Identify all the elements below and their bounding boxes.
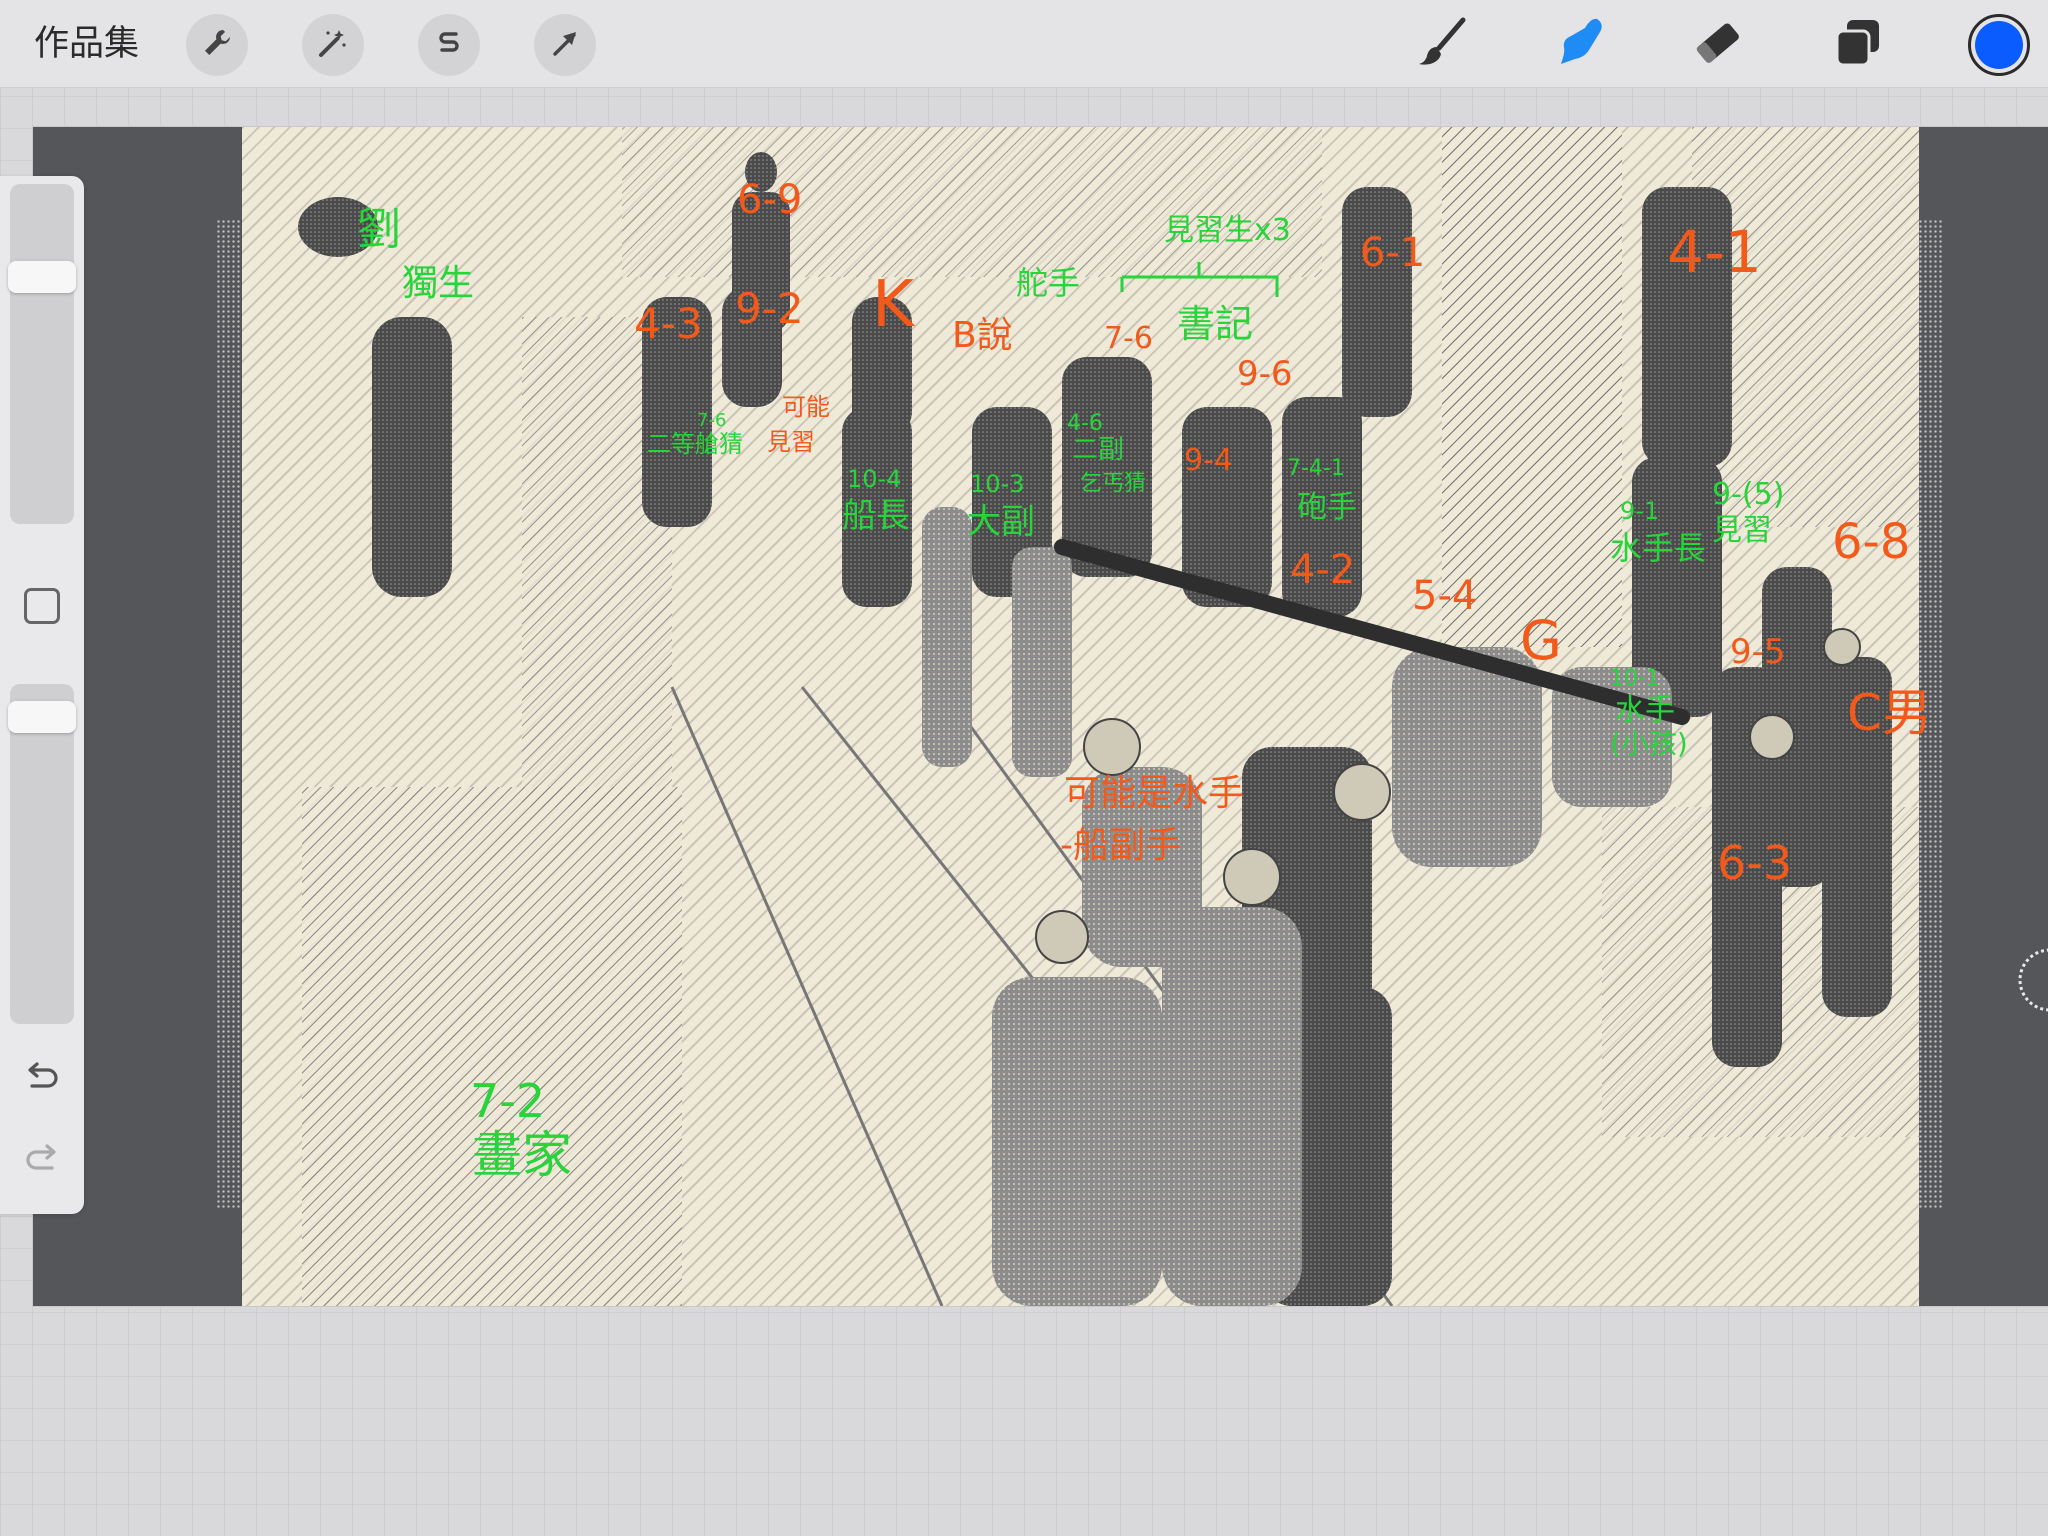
annotation: 獨生 [402,263,475,304]
annotation: 10-3 [970,470,1025,498]
stipple-border-left [216,219,240,1209]
modify-button[interactable] [24,588,60,624]
annotation: 9-1 [1620,497,1660,525]
annotation: 二等艙猜 [647,430,743,458]
brush-tool-button[interactable] [1410,14,1474,76]
brush-icon [1413,14,1471,76]
annotation: 大副 [967,502,1035,542]
undo-arrow-icon [20,1062,64,1104]
annotation: 6-1 [1360,230,1426,276]
redo-arrow-icon [20,1144,64,1186]
annotation: 6-3 [1717,836,1793,890]
annotation: (小孩) [1610,727,1688,760]
annotation: 畫家 [472,1126,572,1184]
annotation: 見習 [767,428,815,456]
brush-sidebar [0,176,84,1214]
annotation: 二副 [1072,435,1125,465]
annotation: 9-2 [735,284,804,333]
annotation: 可能 [782,393,830,421]
annotation: 可能是水手 [1064,773,1245,814]
adjustments-button[interactable] [302,14,364,76]
color-picker-button[interactable] [1968,14,2030,76]
annotation: 10-4 [847,465,902,493]
smudge-tool-button[interactable] [1548,14,1612,76]
annotation: 水手 [1615,693,1675,728]
brush-size-slider[interactable] [8,184,76,524]
annotation: 7-4-1 [1287,456,1345,481]
annotation: G [1520,609,1562,672]
smudge-finger-icon [1551,14,1609,76]
annotation: 4-3 [634,299,703,348]
annotation: 見習 [1712,513,1772,548]
annotation: 7-6 [697,410,727,431]
annotation: 見習生x3 [1164,213,1291,248]
annotation: 7-2 [470,1074,546,1128]
undo-button[interactable] [20,1056,64,1100]
ship-deck-illustration: 劉 獨生 6-9 4-3 9-2 K B說 舵手 見習生x3 7-6 書記 9-… [242,127,1932,1306]
annotation: 劉 [357,204,401,255]
layers-icon [1829,14,1887,76]
current-color-swatch [1975,21,2023,69]
top-toolbar: 作品集 [0,0,2048,88]
annotation: 6-8 [1832,514,1911,570]
selection-s-icon [433,27,465,63]
brush-cursor-outline [2008,940,2048,1020]
annotation: 7-6 [1104,321,1153,356]
redo-button[interactable] [20,1138,64,1182]
actions-button[interactable] [186,14,248,76]
layers-button[interactable] [1826,14,1890,76]
annotation: 船長 [842,496,910,536]
annotation: 4-6 [1067,411,1103,436]
annotation: -船副手 [1060,825,1181,866]
annotation: 4-1 [1667,218,1762,286]
brush-size-thumb[interactable] [8,260,76,293]
arrow-cursor-icon [549,27,581,63]
annotation: K [872,268,914,342]
annotation: 9-4 [1184,443,1233,478]
annotation: 水手長 [1610,529,1707,567]
transform-button[interactable] [534,14,596,76]
annotation: 9-(5) [1712,477,1785,512]
annotation: 9-5 [1730,632,1786,672]
drawing-canvas[interactable]: 劉 獨生 6-9 4-3 9-2 K B說 舵手 見習生x3 7-6 書記 9-… [33,127,2048,1306]
annotation: 6-9 [737,177,803,223]
annotation: 舵手 [1016,264,1081,302]
eraser-icon [1689,14,1747,76]
annotation: C男 [1847,684,1932,742]
gallery-button[interactable]: 作品集 [34,22,139,66]
eraser-tool-button[interactable] [1686,14,1750,76]
annotation: B說 [952,315,1013,356]
selection-button[interactable] [418,14,480,76]
opacity-thumb[interactable] [8,701,76,733]
opacity-slider[interactable] [8,684,76,1024]
annotation: 砲手 [1297,490,1357,525]
annotation: 4-2 [1290,547,1356,593]
annotation: 5-4 [1412,573,1478,619]
annotation: 9-6 [1237,354,1293,394]
annotation: 乞丐猜 [1080,471,1147,496]
magic-wand-icon [317,27,349,63]
wrench-icon [201,27,233,63]
annotation: 書記 [1177,302,1254,346]
annotation: 10-1 [1610,666,1660,691]
